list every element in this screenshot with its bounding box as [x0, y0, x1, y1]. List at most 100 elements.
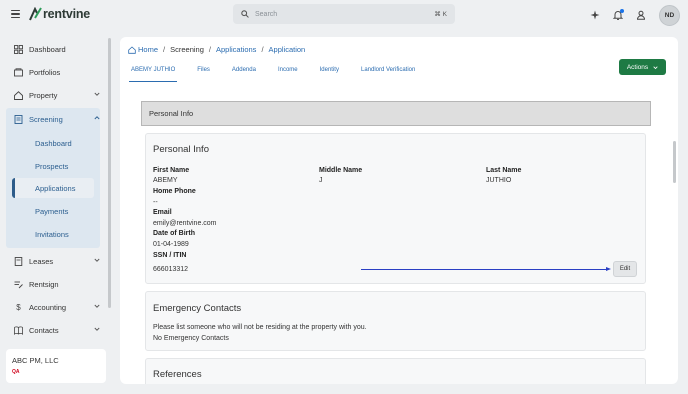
notification-dot: [620, 9, 624, 13]
sidebar-item-dashboard[interactable]: Dashboard: [14, 43, 100, 55]
email-label: Email: [153, 209, 172, 216]
sidebar-item-accounting[interactable]: $ Accounting: [14, 301, 100, 313]
sidebar-item-screening[interactable]: Screening: [14, 113, 100, 125]
top-bar: rentvine Search ⌘ K ND: [0, 0, 688, 30]
search-icon: [241, 10, 249, 18]
actions-label: Actions: [626, 63, 649, 71]
sidebar-item-label: Screening: [29, 114, 63, 124]
search-bar[interactable]: Search ⌘ K: [233, 4, 455, 24]
dashboard-icon: [14, 44, 23, 54]
sidebar-item-portfolios[interactable]: Portfolios: [14, 66, 100, 78]
breadcrumb-separator: /: [208, 45, 211, 54]
property-icon: [14, 90, 23, 100]
sparkle-icon[interactable]: [590, 10, 600, 20]
avatar[interactable]: ND: [659, 4, 680, 26]
sidebar-item-label: Rentsign: [29, 279, 59, 289]
sub-item-invitations[interactable]: Invitations: [35, 228, 69, 240]
card-title: Emergency Contacts: [153, 303, 242, 314]
tab-applicant[interactable]: ABEMY JUTHIO: [128, 64, 178, 82]
menu-icon[interactable]: [11, 10, 20, 18]
ssn-label: SSN / ITIN: [153, 252, 187, 259]
breadcrumb-applications[interactable]: Applications: [216, 45, 256, 54]
sidebar-item-label: Dashboard: [29, 44, 66, 54]
breadcrumb-home[interactable]: Home: [138, 45, 158, 54]
company-name: ABC PM, LLC: [12, 356, 59, 365]
emergency-instructions: Please list someone who will not be resi…: [153, 324, 367, 331]
rentvine-logo-icon: [29, 7, 42, 21]
contacts-icon: [14, 325, 23, 335]
main-panel: Home / Screening / Applications / Applic…: [120, 37, 678, 384]
search-placeholder: Search: [255, 10, 278, 18]
sub-item-dashboard[interactable]: Dashboard: [35, 137, 72, 149]
chevron-down-icon: [94, 258, 100, 262]
bell-icon[interactable]: [613, 9, 624, 20]
sidebar-item-property[interactable]: Property: [14, 89, 100, 101]
emergency-contacts-card: Emergency Contacts Please list someone w…: [145, 291, 646, 351]
user-icon[interactable]: [636, 10, 646, 20]
sidebar-item-label: Property: [29, 90, 58, 100]
references-card: References: [145, 358, 646, 384]
sidebar-item-rentsign[interactable]: Rentsign: [14, 278, 100, 290]
sidebar: Dashboard Portfolios Property Screening …: [0, 36, 112, 346]
sub-item-prospects[interactable]: Prospects: [35, 160, 68, 172]
chevron-down-icon: [94, 92, 100, 96]
tab-identity[interactable]: Identity: [320, 64, 339, 82]
home-phone-value: --: [153, 199, 158, 206]
tab-files[interactable]: Files: [197, 64, 210, 82]
rentsign-icon: [14, 280, 23, 289]
chevron-up-icon: [94, 116, 100, 120]
dob-label: Date of Birth: [153, 230, 195, 237]
breadcrumb-screening[interactable]: Screening: [170, 45, 204, 54]
chevron-down-icon: [94, 304, 100, 308]
first-name-label: First Name: [153, 167, 190, 174]
card-title: Personal Info: [153, 144, 209, 155]
breadcrumb-separator: /: [163, 45, 166, 54]
first-name-value: ABEMY: [153, 177, 178, 184]
screening-icon: [14, 114, 23, 124]
emergency-empty-state: No Emergency Contacts: [153, 335, 229, 342]
actions-button[interactable]: Actions: [619, 59, 666, 75]
content-scrollbar[interactable]: [673, 141, 676, 183]
breadcrumb-separator: /: [261, 45, 264, 54]
personal-info-card: Personal Info First Name ABEMY Middle Na…: [145, 133, 646, 284]
breadcrumb-application[interactable]: Application: [269, 45, 306, 54]
sidebar-scrollbar[interactable]: [108, 38, 111, 308]
email-value: emily@rentvine.com: [153, 220, 217, 227]
dollar-icon: $: [16, 302, 21, 312]
tab-addenda[interactable]: Addenda: [232, 64, 256, 82]
chevron-down-icon: [94, 327, 100, 331]
section-header: Personal Info: [141, 101, 651, 126]
middle-name-value: J: [319, 177, 323, 184]
environment-tag: QA: [12, 369, 20, 375]
chevron-down-icon: [653, 65, 658, 69]
search-shortcut: ⌘ K: [434, 11, 447, 18]
sidebar-item-leases[interactable]: Leases: [14, 255, 100, 267]
home-icon: [128, 45, 136, 54]
dob-value: 01-04-1989: [153, 241, 189, 248]
sub-item-payments[interactable]: Payments: [35, 205, 68, 217]
top-icons: ND: [590, 3, 680, 27]
sidebar-item-contacts[interactable]: Contacts: [14, 324, 100, 336]
middle-name-label: Middle Name: [319, 167, 363, 174]
sidebar-item-label: Contacts: [29, 325, 59, 335]
card-title: References: [153, 369, 202, 380]
tab-bar: ABEMY JUTHIO Files Addenda Income Identi…: [128, 64, 437, 82]
tab-income[interactable]: Income: [278, 64, 298, 82]
sidebar-item-label: Leases: [29, 256, 54, 266]
brand-name: rentvine: [43, 7, 91, 21]
edit-button[interactable]: Edit: [613, 261, 637, 277]
sub-item-applications[interactable]: Applications: [35, 182, 75, 194]
portfolio-icon: [14, 67, 23, 77]
lease-icon: [14, 256, 23, 266]
sidebar-item-label: Portfolios: [29, 67, 61, 77]
home-phone-label: Home Phone: [153, 188, 196, 195]
brand-logo[interactable]: rentvine: [29, 7, 90, 21]
breadcrumb: Home / Screening / Applications / Applic…: [128, 45, 305, 54]
company-switcher[interactable]: ABC PM, LLC QA: [6, 349, 106, 383]
ssn-value: 666013312: [153, 266, 189, 273]
last-name-label: Last Name: [486, 167, 522, 174]
sidebar-item-label: Accounting: [29, 302, 67, 312]
tab-landlord-verification[interactable]: Landlord Verification: [361, 64, 415, 82]
last-name-value: JUTHIO: [486, 177, 512, 184]
annotation-arrow: [361, 267, 611, 272]
